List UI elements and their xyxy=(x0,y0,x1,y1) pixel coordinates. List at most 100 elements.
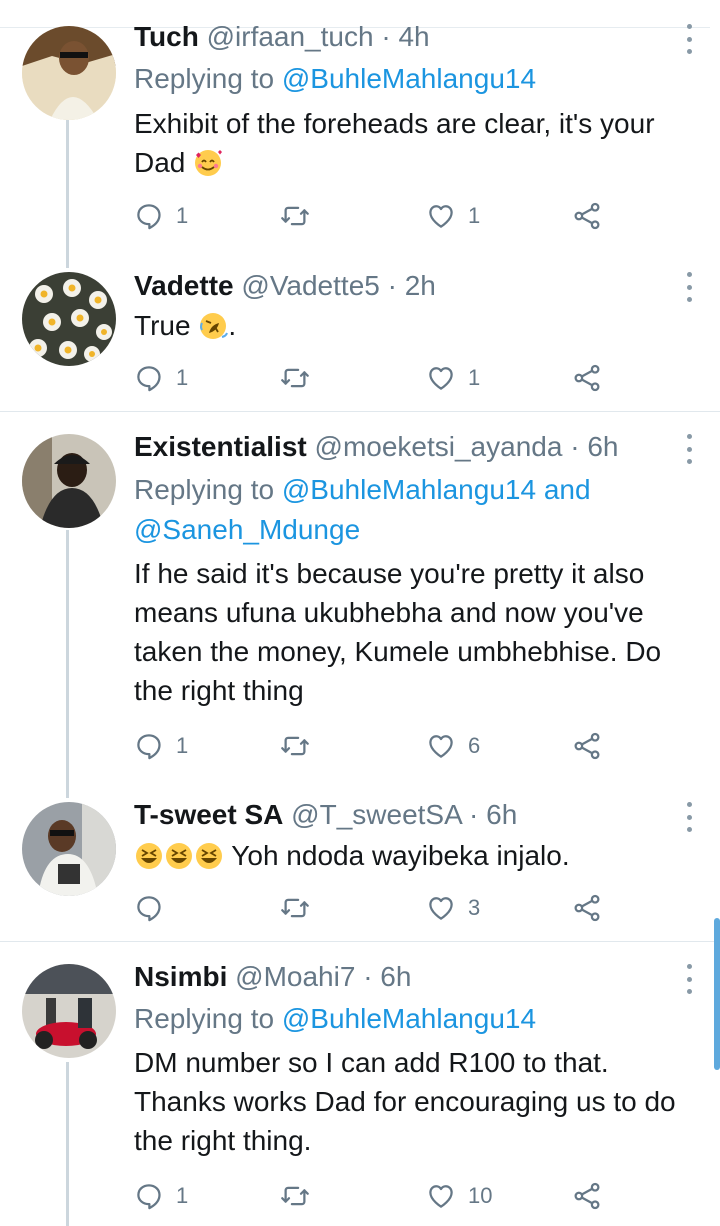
retweet-button[interactable] xyxy=(280,1178,322,1214)
tweet[interactable]: Nsimbi @Moahi7 · 6h Replying to @BuhleMa… xyxy=(0,942,720,1226)
like-count: 6 xyxy=(468,733,481,758)
reply-icon xyxy=(134,201,164,231)
like-button[interactable]: 1 xyxy=(426,198,480,234)
like-button[interactable]: 6 xyxy=(426,728,480,764)
separator: · xyxy=(387,270,397,301)
user-handle[interactable]: @Vadette5 xyxy=(241,270,379,301)
user-handle[interactable]: @moeketsi_ayanda xyxy=(315,431,563,462)
tweet[interactable]: Existentialist @moeketsi_ayanda · 6h Rep… xyxy=(0,412,720,782)
more-options-icon[interactable] xyxy=(684,272,694,302)
heart-icon xyxy=(426,201,456,231)
mention-link[interactable]: @BuhleMahlangu14 xyxy=(282,1003,536,1034)
reply-count: 1 xyxy=(176,1183,189,1208)
tweet-text: If he said it's because you're pretty it… xyxy=(134,554,704,710)
retweet-icon xyxy=(280,201,310,231)
retweet-button[interactable] xyxy=(280,198,322,234)
tweet-header: Existentialist @moeketsi_ayanda · 6h xyxy=(134,430,618,464)
heart-icon xyxy=(426,1181,456,1211)
display-name[interactable]: Nsimbi xyxy=(134,961,227,992)
tweet-text-content: If he said it's because you're pretty it… xyxy=(134,558,662,706)
reply-button[interactable]: 1 xyxy=(134,728,188,764)
share-button[interactable] xyxy=(572,728,602,764)
separator: · xyxy=(381,21,391,52)
timestamp[interactable]: 6h xyxy=(587,431,618,462)
retweet-icon xyxy=(280,893,310,923)
separator: · xyxy=(363,961,373,992)
share-button[interactable] xyxy=(572,360,602,396)
tweet[interactable]: Vadette @Vadette5 · 2h True . 1 1 xyxy=(0,250,720,412)
display-name[interactable]: Tuch xyxy=(134,21,199,52)
action-bar: 1 10 xyxy=(134,1178,614,1214)
avatar[interactable] xyxy=(22,964,116,1058)
action-bar: 1 6 xyxy=(134,728,614,764)
more-options-icon[interactable] xyxy=(684,802,694,832)
tweet-feed: Tuch @irfaan_tuch · 4h Replying to @Buhl… xyxy=(0,0,720,1226)
heart-icon xyxy=(426,893,456,923)
reply-button[interactable]: 1 xyxy=(134,360,188,396)
tweet[interactable]: Tuch @irfaan_tuch · 4h Replying to @Buhl… xyxy=(0,0,720,250)
share-icon xyxy=(572,363,602,393)
retweet-button[interactable] xyxy=(280,360,322,396)
replying-to: Replying to @BuhleMahlangu14 and xyxy=(134,470,591,510)
like-count: 1 xyxy=(468,203,481,228)
mention-link[interactable]: @BuhleMahlangu14 xyxy=(282,63,536,94)
timestamp[interactable]: 4h xyxy=(398,21,429,52)
tweet-header: Tuch @irfaan_tuch · 4h xyxy=(134,20,430,54)
user-handle[interactable]: @T_sweetSA xyxy=(291,799,461,830)
timestamp[interactable]: 6h xyxy=(486,799,517,830)
like-button[interactable]: 1 xyxy=(426,360,480,396)
retweet-button[interactable] xyxy=(280,890,322,926)
reply-count: 1 xyxy=(176,203,189,228)
tweet-text: DM number so I can add R100 to that. Tha… xyxy=(134,1043,704,1160)
avatar[interactable] xyxy=(22,272,116,366)
reply-button[interactable]: 1 xyxy=(134,1178,188,1214)
reply-icon xyxy=(134,1181,164,1211)
reply-count: 1 xyxy=(176,733,189,758)
replying-prefix: Replying to xyxy=(134,474,275,505)
action-bar: 3 xyxy=(134,890,614,926)
display-name[interactable]: Existentialist xyxy=(134,431,307,462)
tweet-text-content: True xyxy=(134,310,191,341)
display-name[interactable]: Vadette xyxy=(134,270,234,301)
tweet-text: True . xyxy=(134,306,704,345)
avatar[interactable] xyxy=(22,802,116,896)
share-button[interactable] xyxy=(572,1178,602,1214)
replying-and: and xyxy=(543,474,591,505)
scrollbar[interactable] xyxy=(714,918,720,1070)
share-button[interactable] xyxy=(572,890,602,926)
timestamp[interactable]: 6h xyxy=(380,961,411,992)
grinning-squinting-face-icon xyxy=(134,841,164,871)
more-options-icon[interactable] xyxy=(684,434,694,464)
grinning-squinting-face-icon xyxy=(164,841,194,871)
retweet-button[interactable] xyxy=(280,728,322,764)
display-name[interactable]: T-sweet SA xyxy=(134,799,283,830)
reply-icon xyxy=(134,363,164,393)
like-button[interactable]: 3 xyxy=(426,890,480,926)
user-handle[interactable]: @Moahi7 xyxy=(235,961,355,992)
reply-button[interactable] xyxy=(134,890,176,926)
tweet-text: Exhibit of the foreheads are clear, it's… xyxy=(134,104,704,182)
share-icon xyxy=(572,201,602,231)
avatar[interactable] xyxy=(22,26,116,120)
separator: · xyxy=(469,799,479,830)
more-options-icon[interactable] xyxy=(684,964,694,994)
user-handle[interactable]: @irfaan_tuch xyxy=(207,21,374,52)
reply-icon xyxy=(134,731,164,761)
action-bar: 1 1 xyxy=(134,198,614,234)
like-count: 3 xyxy=(468,895,481,920)
replying-to-line-2: @Saneh_Mdunge xyxy=(134,510,360,550)
mention-link[interactable]: @BuhleMahlangu14 xyxy=(282,474,536,505)
grinning-squinting-face-icon xyxy=(194,841,224,871)
timestamp[interactable]: 2h xyxy=(405,270,436,301)
reply-button[interactable]: 1 xyxy=(134,198,188,234)
mention-link[interactable]: @Saneh_Mdunge xyxy=(134,514,360,545)
retweet-icon xyxy=(280,731,310,761)
replying-to: Replying to @BuhleMahlangu14 xyxy=(134,999,536,1039)
more-options-icon[interactable] xyxy=(684,24,694,54)
avatar[interactable] xyxy=(22,434,116,528)
share-button[interactable] xyxy=(572,198,602,234)
tweet[interactable]: T-sweet SA @T_sweetSA · 6h Yoh ndoda way… xyxy=(0,782,720,942)
like-count: 1 xyxy=(468,365,481,390)
tweet-text-suffix: . xyxy=(228,310,237,341)
like-button[interactable]: 10 xyxy=(426,1178,492,1214)
